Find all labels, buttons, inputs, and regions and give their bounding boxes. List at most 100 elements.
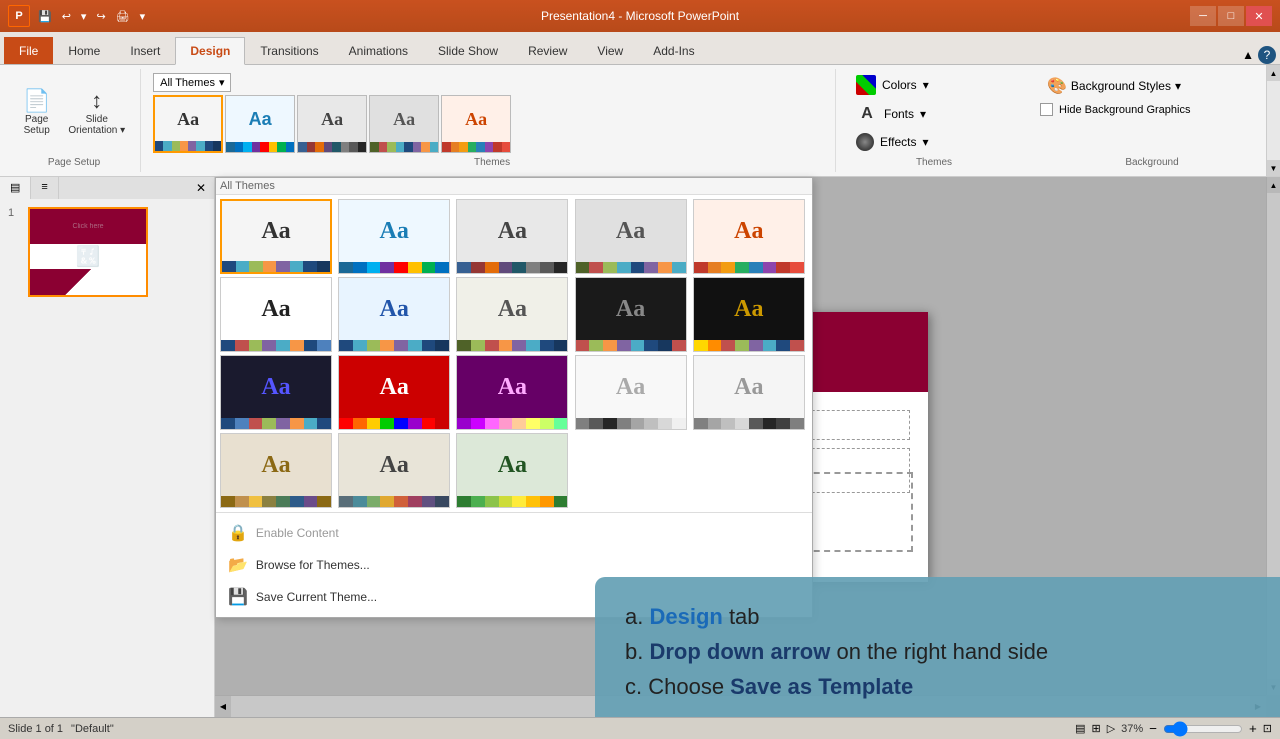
theme-info: "Default" xyxy=(71,723,114,735)
zoom-out-btn[interactable]: − xyxy=(1149,721,1157,736)
tab-review[interactable]: Review xyxy=(513,37,582,64)
print-quick-btn[interactable]: 🖨 xyxy=(112,8,134,25)
maximize-btn[interactable]: □ xyxy=(1218,6,1244,26)
theme-mini-0[interactable]: Aa xyxy=(153,95,223,153)
enable-content-icon: 🔒 xyxy=(228,523,248,543)
hscroll-left[interactable]: ◀ xyxy=(215,696,231,717)
page-setup-group-label: Page Setup xyxy=(48,153,100,168)
theme-full-0[interactable]: Aa xyxy=(220,199,332,274)
background-styles-btn[interactable]: 🎨 Background Styles ▾ xyxy=(1040,73,1264,99)
colors-icon xyxy=(856,75,876,95)
orientation-icon: ↕ xyxy=(91,90,102,112)
background-styles-label: Background Styles xyxy=(1071,79,1171,93)
themes-customize-label: Themes xyxy=(852,157,1016,168)
save-theme-label: Save Current Theme... xyxy=(256,590,377,604)
tab-file[interactable]: File xyxy=(4,37,53,64)
enable-content-item[interactable]: 🔒 Enable Content xyxy=(216,517,812,549)
view-slideshow-btn[interactable]: ▷ xyxy=(1107,722,1115,735)
tab-animations[interactable]: Animations xyxy=(334,37,423,64)
tab-home[interactable]: Home xyxy=(53,37,115,64)
tab-addins[interactable]: Add-Ins xyxy=(638,37,709,64)
tab-insert[interactable]: Insert xyxy=(115,37,175,64)
ribbon-scrollbar[interactable]: ▲ ▼ xyxy=(1266,65,1280,176)
hide-bg-checkbox[interactable] xyxy=(1040,103,1053,116)
theme-full-1[interactable]: Aa xyxy=(338,199,450,274)
themes-group-label: Themes xyxy=(153,157,831,168)
ribbon-content: 📄 PageSetup ↕ SlideOrientation ▾ Page Se… xyxy=(0,64,1280,176)
themes-dropdown-btn[interactable]: All Themes ▾ xyxy=(153,73,231,92)
theme-full-16[interactable]: Aa xyxy=(338,433,450,508)
zoom-slider[interactable] xyxy=(1163,721,1243,737)
theme-full-7[interactable]: Aa xyxy=(456,277,568,352)
tab-transitions[interactable]: Transitions xyxy=(245,37,333,64)
vscroll-up[interactable]: ▲ xyxy=(1267,177,1280,193)
fonts-btn[interactable]: A Fonts ▾ xyxy=(852,101,1016,127)
help-btn[interactable]: ? xyxy=(1258,46,1276,64)
theme-full-17[interactable]: Aa xyxy=(456,433,568,508)
view-normal-btn[interactable]: ▤ xyxy=(1075,722,1085,735)
theme-full-11[interactable]: Aa xyxy=(338,355,450,430)
effects-btn[interactable]: Effects ▾ xyxy=(852,131,1016,153)
themes-full-grid: AaAaAaAaAaAaAaAaAaAaAaAaAaAaAaAaAaAa xyxy=(216,195,812,512)
background-group: 🎨 Background Styles ▾ Hide Background Gr… xyxy=(1032,69,1272,172)
quick-access-more[interactable]: ▾ xyxy=(136,8,150,25)
theme-full-6[interactable]: Aa xyxy=(338,277,450,352)
tab-view[interactable]: View xyxy=(582,37,638,64)
view-slide-sorter-btn[interactable]: ⊞ xyxy=(1091,722,1100,735)
colors-arrow: ▾ xyxy=(923,78,929,92)
tab-slideshow[interactable]: Slide Show xyxy=(423,37,513,64)
close-btn[interactable]: ✕ xyxy=(1246,6,1272,26)
theme-full-13[interactable]: Aa xyxy=(575,355,687,430)
theme-full-10[interactable]: Aa xyxy=(220,355,332,430)
minimize-btn[interactable]: ─ xyxy=(1190,6,1216,26)
ribbon-scroll-up[interactable]: ▲ xyxy=(1267,65,1280,81)
slide-tab-grid[interactable]: ▤ xyxy=(0,177,31,199)
fit-window-btn[interactable]: ⊡ xyxy=(1263,722,1272,735)
slide-panel: ▤ ≡ ✕ 1 Click here 🔣 xyxy=(0,177,215,717)
effects-label: Effects xyxy=(880,135,916,149)
ribbon-expand-btn[interactable]: ▲ xyxy=(1242,48,1254,62)
theme-full-2[interactable]: Aa xyxy=(456,199,568,274)
page-setup-label: PageSetup xyxy=(24,114,50,136)
title-bar: P 💾 ↩ ▾ ↪ 🖨 ▾ Presentation4 - Microsoft … xyxy=(0,0,1280,32)
tooltip-design-highlight: Design xyxy=(649,604,722,629)
fonts-icon: A xyxy=(856,103,878,125)
page-setup-btn[interactable]: 📄 PageSetup xyxy=(16,85,57,141)
colors-btn[interactable]: Colors ▾ xyxy=(852,73,1016,97)
themes-panel-title: All Themes xyxy=(220,180,275,192)
slide-1-number: 1 xyxy=(8,207,22,219)
save-quick-btn[interactable]: 💾 xyxy=(34,8,56,25)
redo-quick-btn[interactable]: ↪ xyxy=(92,8,109,25)
undo-quick-btn[interactable]: ↩ xyxy=(58,8,75,25)
theme-full-9[interactable]: Aa xyxy=(693,277,805,352)
slide-info: Slide 1 of 1 xyxy=(8,723,63,735)
tooltip-balloon: a. Design tab b. Drop down arrow on the … xyxy=(595,577,1280,717)
theme-mini-2[interactable]: Aa xyxy=(297,95,367,153)
ribbon-scroll-down[interactable]: ▼ xyxy=(1267,160,1280,176)
theme-mini-1[interactable]: Aa xyxy=(225,95,295,153)
enable-content-label: Enable Content xyxy=(256,526,339,540)
theme-full-15[interactable]: Aa xyxy=(220,433,332,508)
zoom-level: 37% xyxy=(1121,723,1143,735)
theme-full-12[interactable]: Aa xyxy=(456,355,568,430)
theme-full-5[interactable]: Aa xyxy=(220,277,332,352)
theme-full-8[interactable]: Aa xyxy=(575,277,687,352)
colors-label: Colors xyxy=(882,78,917,92)
slide-1-thumb[interactable]: Click here 🔣 xyxy=(28,207,148,297)
themes-dropdown-label: All Themes xyxy=(160,77,215,89)
theme-full-3[interactable]: Aa xyxy=(575,199,687,274)
tooltip-line-c: c. Choose Save as Template xyxy=(625,669,1280,704)
slide-panel-close-btn[interactable]: ✕ xyxy=(188,177,214,199)
theme-mini-4[interactable]: Aa xyxy=(441,95,511,153)
undo-arrow[interactable]: ▾ xyxy=(77,8,91,25)
theme-full-14[interactable]: Aa xyxy=(693,355,805,430)
theme-mini-3[interactable]: Aa xyxy=(369,95,439,153)
slide-orientation-btn[interactable]: ↕ SlideOrientation ▾ xyxy=(61,85,132,141)
zoom-in-btn[interactable]: + xyxy=(1249,721,1257,736)
background-group-label: Background xyxy=(1040,157,1264,168)
slide-tab-outline[interactable]: ≡ xyxy=(31,177,58,199)
theme-full-4[interactable]: Aa xyxy=(693,199,805,274)
fonts-arrow: ▾ xyxy=(920,107,926,121)
bg-styles-arrow: ▾ xyxy=(1175,79,1181,93)
tab-design[interactable]: Design xyxy=(175,37,245,65)
